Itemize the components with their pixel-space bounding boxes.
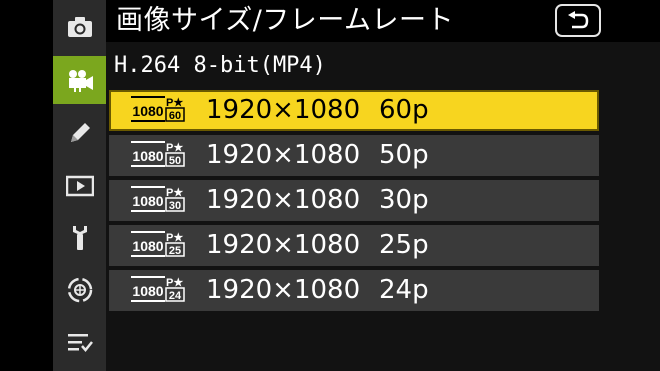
playback-icon: [65, 175, 94, 197]
badge-p-star: P★: [166, 187, 183, 199]
badge-p-star: P★: [166, 277, 183, 289]
option-frame-rate: 30p: [379, 185, 429, 215]
frame-size-rate-icon: 1080 P★ 30: [131, 186, 185, 212]
my-menu-icon: [67, 334, 93, 352]
option-frame-rate: 24p: [379, 275, 429, 305]
badge-fps: 50: [169, 155, 181, 167]
page-title: 画像サイズ/フレームレート: [116, 5, 454, 36]
sidebar-item-setup[interactable]: [53, 214, 106, 262]
option-row[interactable]: 1080 P★ 50 1920×1080 50p: [109, 135, 599, 176]
badge-resolution: 1080: [132, 103, 163, 119]
frame-size-rate-icon: 1080 P★ 25: [131, 231, 185, 257]
badge-resolution: 1080: [132, 283, 163, 299]
movie-camera-icon: [68, 70, 93, 92]
option-row[interactable]: 1080 P★ 30 1920×1080 30p: [109, 180, 599, 221]
frame-size-rate-icon: 1080 P★ 50: [131, 141, 185, 167]
option-frame-rate: 25p: [379, 230, 429, 260]
badge-resolution: 1080: [132, 238, 163, 254]
badge-fps: 25: [169, 245, 181, 257]
camera-menu-screen: 画像サイズ/フレームレート H.264 8-bit(MP4) 1080 P★ 6…: [0, 0, 660, 371]
frame-size-rate-icon: 1080 P★ 24: [131, 276, 185, 302]
option-frame-rate: 50p: [379, 140, 429, 170]
back-button[interactable]: [555, 4, 601, 37]
option-resolution: 1920×1080: [206, 185, 361, 215]
wrench-icon: [72, 226, 87, 250]
option-resolution: 1920×1080: [206, 230, 361, 260]
badge-resolution: 1080: [132, 193, 163, 209]
option-row[interactable]: 1080 P★ 24 1920×1080 24p: [109, 270, 599, 311]
option-row[interactable]: 1080 P★ 25 1920×1080 25p: [109, 225, 599, 266]
option-row[interactable]: 1080 P★ 60 1920×1080 60p: [109, 90, 599, 131]
sidebar-item-playback[interactable]: [53, 162, 106, 210]
sidebar-item-custom-settings[interactable]: [53, 109, 106, 157]
badge-fps: 24: [169, 290, 182, 302]
menu-sidebar: [0, 0, 106, 371]
option-frame-rate: 60p: [379, 95, 429, 125]
badge-p-star: P★: [166, 97, 183, 109]
pencil-icon: [70, 123, 90, 142]
format-subheader: H.264 8-bit(MP4): [106, 42, 660, 88]
option-resolution: 1920×1080: [206, 140, 361, 170]
badge-p-star: P★: [166, 232, 183, 244]
sidebar-item-my-menu[interactable]: [53, 318, 106, 366]
sidebar-item-movie-shooting[interactable]: [53, 56, 106, 104]
badge-fps: 30: [169, 200, 181, 212]
return-arrow-icon: [568, 10, 589, 28]
network-icon: [67, 277, 92, 303]
video-format-label: H.264 8-bit(MP4): [114, 53, 326, 78]
option-resolution: 1920×1080: [206, 275, 361, 305]
menu-header: 画像サイズ/フレームレート: [106, 0, 660, 42]
camera-icon: [67, 17, 92, 37]
frame-size-rate-icon: 1080 P★ 60: [131, 96, 185, 122]
sidebar-item-network[interactable]: [53, 266, 106, 314]
sidebar-item-photo-shooting[interactable]: [53, 3, 106, 51]
badge-resolution: 1080: [132, 148, 163, 164]
option-resolution: 1920×1080: [206, 95, 361, 125]
badge-fps: 60: [169, 110, 181, 122]
badge-p-star: P★: [166, 142, 183, 154]
